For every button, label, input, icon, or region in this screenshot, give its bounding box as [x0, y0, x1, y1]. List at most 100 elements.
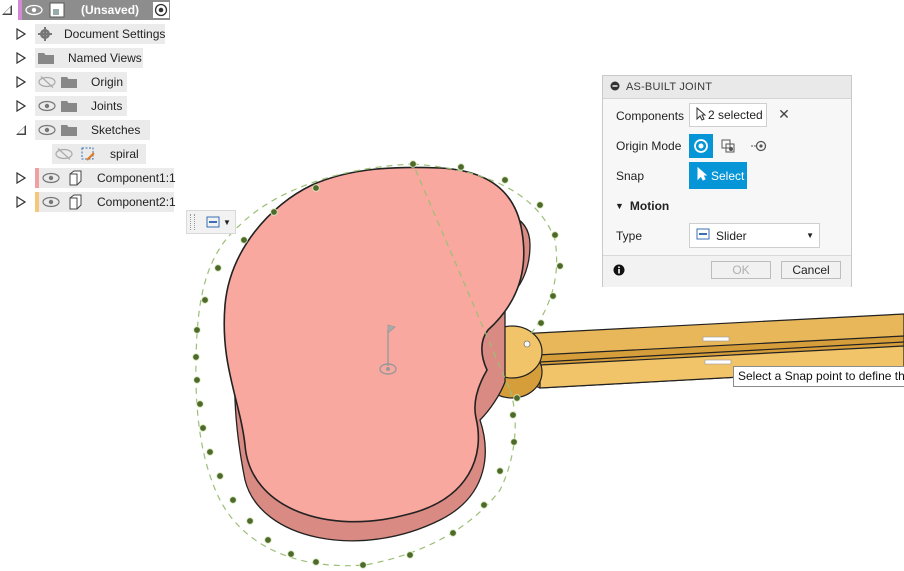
snap-point[interactable]: [287, 550, 295, 558]
expand-arrow-icon[interactable]: [14, 72, 28, 92]
snap-label: Snap: [616, 169, 645, 183]
cursor-arrow-icon: [696, 106, 707, 124]
browser-item-sketches[interactable]: Sketches: [35, 120, 150, 140]
chevron-down-icon[interactable]: ▼: [223, 218, 231, 227]
origin-mode-two-faces-button[interactable]: [747, 134, 771, 158]
snap-select-button[interactable]: Select: [689, 162, 747, 189]
snap-point[interactable]: [501, 176, 509, 184]
info-icon[interactable]: [613, 264, 625, 279]
component1-cam-body[interactable]: [223, 166, 531, 542]
chevron-down-icon: ▼: [615, 201, 624, 211]
snap-point[interactable]: [549, 292, 557, 300]
snap-point[interactable]: [201, 296, 209, 304]
folder-icon: [61, 100, 77, 112]
motion-section-header[interactable]: ▼ Motion: [615, 199, 669, 213]
snap-point[interactable]: [513, 394, 521, 402]
slider-marker: [702, 336, 730, 342]
root-node[interactable]: (Unsaved): [22, 0, 170, 20]
motion-label: Motion: [629, 199, 670, 213]
browser-item-component1[interactable]: Component1:1: [39, 168, 176, 188]
joint-type-value: Slider: [716, 228, 747, 243]
snap-point[interactable]: [536, 201, 544, 209]
browser-item-document-settings[interactable]: Document Settings: [35, 24, 165, 44]
collapse-dialog-icon[interactable]: [610, 80, 620, 94]
dialog-header: AS-BUILT JOINT: [603, 76, 851, 99]
snap-point[interactable]: [359, 561, 367, 569]
radio-target-icon[interactable]: [153, 2, 170, 18]
snap-point[interactable]: [551, 231, 559, 239]
eye-icon[interactable]: [42, 172, 60, 184]
snap-point[interactable]: [457, 163, 465, 171]
browser-item-origin[interactable]: Origin: [35, 72, 127, 92]
snap-point[interactable]: [216, 472, 224, 480]
cancel-button[interactable]: Cancel: [781, 261, 841, 279]
origin-mode-label: Origin Mode: [616, 139, 682, 153]
snap-point[interactable]: [480, 501, 488, 509]
browser-item-label: Component1:1: [97, 171, 176, 185]
snap-point[interactable]: [270, 208, 278, 216]
snap-point[interactable]: [523, 340, 531, 348]
folder-icon: [38, 52, 54, 64]
collapse-root-icon[interactable]: [0, 0, 14, 20]
snap-point[interactable]: [206, 448, 214, 456]
snap-point[interactable]: [214, 264, 222, 272]
snap-select-label: Select: [711, 168, 745, 183]
snap-point[interactable]: [537, 319, 545, 327]
eye-icon[interactable]: [42, 196, 60, 208]
browser-item-joints[interactable]: Joints: [35, 96, 127, 116]
snap-point[interactable]: [246, 517, 254, 525]
components-selection[interactable]: 2 selected: [689, 103, 767, 127]
slider-marker: [704, 359, 732, 365]
snap-point[interactable]: [510, 438, 518, 446]
browser-item-label: Origin: [91, 75, 124, 89]
joint-type-mini-toolbar[interactable]: ▼: [186, 210, 236, 234]
slider-joint-icon[interactable]: [205, 215, 221, 229]
snap-point[interactable]: [240, 236, 248, 244]
snap-point[interactable]: [406, 551, 414, 559]
snap-point[interactable]: [312, 558, 320, 566]
expand-arrow-icon[interactable]: [14, 192, 28, 212]
collapse-arrow-icon[interactable]: [14, 120, 28, 140]
clear-selection-close-icon[interactable]: ✕: [777, 107, 791, 121]
eye-icon[interactable]: [38, 124, 56, 136]
eye-hidden-icon[interactable]: [38, 76, 56, 88]
expand-arrow-icon[interactable]: [14, 96, 28, 116]
folder-icon: [61, 76, 77, 88]
grip-handle[interactable]: [190, 214, 195, 230]
origin-mode-between-button[interactable]: [717, 134, 741, 158]
folder-icon: [61, 124, 77, 136]
expand-arrow-icon[interactable]: [14, 48, 28, 68]
origin-mode-simple-button[interactable]: [689, 134, 713, 158]
dialog-footer: OK Cancel: [603, 255, 851, 287]
browser-item-named-views[interactable]: Named Views: [35, 48, 143, 68]
joint-type-dropdown[interactable]: Slider ▼: [689, 223, 820, 248]
snap-point[interactable]: [193, 376, 201, 384]
snap-point[interactable]: [192, 353, 200, 361]
expand-arrow-icon[interactable]: [14, 168, 28, 188]
snap-point[interactable]: [199, 424, 207, 432]
eye-hidden-icon[interactable]: [55, 148, 73, 160]
browser-item-label: Named Views: [68, 51, 142, 65]
browser-item-spiral[interactable]: spiral: [52, 144, 146, 164]
snap-point[interactable]: [509, 411, 517, 419]
browser-item-component2[interactable]: Component2:1: [39, 192, 176, 212]
snap-point[interactable]: [193, 326, 201, 334]
snap-point[interactable]: [264, 536, 272, 544]
snap-point[interactable]: [449, 529, 457, 537]
origin-offset-icon: [751, 140, 767, 152]
eye-icon[interactable]: [25, 4, 43, 16]
origin-simple-icon: [694, 139, 708, 153]
snap-point[interactable]: [496, 467, 504, 475]
snap-point[interactable]: [556, 262, 564, 270]
cursor-arrow-icon: [697, 166, 708, 184]
expand-arrow-icon[interactable]: [14, 24, 28, 44]
snap-point[interactable]: [312, 184, 320, 192]
component-icon: [67, 170, 83, 186]
snap-point[interactable]: [229, 496, 237, 504]
components-label: Components: [616, 109, 685, 123]
chevron-down-icon: ▼: [806, 231, 814, 240]
snap-point[interactable]: [196, 400, 204, 408]
ok-button[interactable]: OK: [711, 261, 771, 279]
eye-icon[interactable]: [38, 100, 56, 112]
snap-point[interactable]: [409, 160, 417, 168]
